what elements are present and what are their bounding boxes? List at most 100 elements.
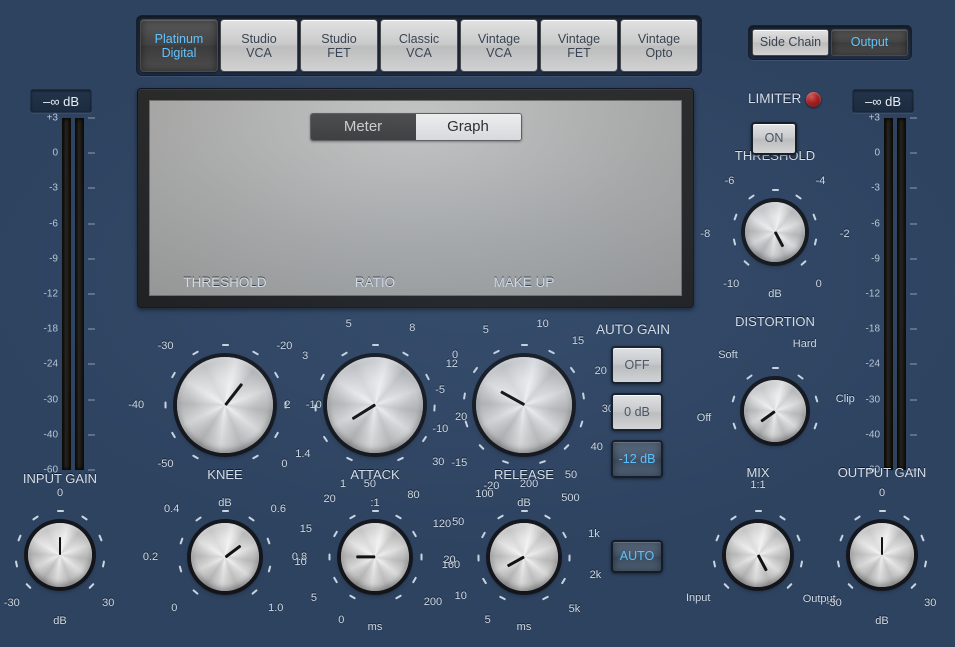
- knob-indicator: [880, 537, 884, 555]
- knob-indicator: [351, 403, 376, 421]
- model-tab-vintage-fet[interactable]: Vintage FET: [540, 19, 618, 72]
- knob-attack[interactable]: [341, 523, 409, 591]
- knob-limiter-threshold[interactable]: [745, 202, 805, 262]
- knob-tick: [98, 534, 103, 542]
- output-meter-scale-label: -6: [871, 218, 880, 230]
- knob-indicator: [756, 554, 768, 572]
- knob-tick: [501, 460, 510, 465]
- knob-tick: [164, 401, 166, 409]
- knob-scale-label: 2: [284, 399, 291, 411]
- knob-scale-label: 5: [310, 592, 318, 605]
- compressor-plugin-window: Platinum Digital Studio VCA Studio FET Classic…: [0, 0, 955, 633]
- compressor-model-tabs: Platinum Digital Studio VCA Studio FET Classic…: [136, 15, 702, 76]
- model-tab-classic-vca[interactable]: Classic VCA: [380, 19, 458, 72]
- knob-tick: [733, 213, 738, 221]
- knob-indicator: [223, 383, 243, 406]
- knob-tick: [191, 350, 199, 356]
- knob-tick: [332, 576, 338, 584]
- input-meter-scale-label: -3: [49, 182, 58, 194]
- knob-indicator: [773, 231, 785, 248]
- knob-scale-label: Off: [696, 412, 712, 425]
- model-tab-vintage-opto[interactable]: Vintage Opto: [620, 19, 698, 72]
- model-tab-platinum-digital[interactable]: Platinum Digital: [140, 19, 218, 72]
- knob-distortion[interactable]: [744, 380, 806, 442]
- model-tab-line1: Classic: [398, 31, 440, 46]
- knob-scale-label: 10: [294, 556, 307, 569]
- knob-tick: [17, 534, 22, 542]
- auto-gain-button-0db[interactable]: 0 dB: [611, 393, 663, 431]
- knob-scale-label: -40: [128, 399, 145, 411]
- knob-tick: [778, 515, 786, 522]
- limiter-led-icon: [806, 92, 821, 107]
- limiter-title: LIMITER: [748, 91, 802, 106]
- knob-scale-label: Soft: [718, 349, 738, 361]
- input-meter-ticks: [88, 117, 98, 471]
- knob-knee[interactable]: [191, 523, 259, 591]
- knob-mix[interactable]: [726, 523, 790, 587]
- knob-release[interactable]: [490, 523, 558, 591]
- knob-tick: [732, 238, 736, 246]
- output-meter-scale-label: -24: [865, 358, 880, 370]
- knob-scale-label: -6: [724, 175, 735, 188]
- knob-tick: [854, 515, 862, 522]
- knob-tick: [920, 534, 925, 542]
- model-tab-line1: Studio: [321, 31, 357, 46]
- model-tab-line2: VCA: [486, 45, 512, 60]
- knob-scale-label: 15: [299, 523, 313, 536]
- knob-scale-label: 1.0: [268, 601, 284, 614]
- knob-tick: [319, 373, 325, 381]
- knob-tick: [425, 373, 431, 381]
- auto-gain-button-12db[interactable]: -12 dB: [611, 440, 663, 478]
- knob-tick: [814, 238, 818, 246]
- knob-tick: [266, 537, 271, 545]
- knob-indicator: [58, 537, 62, 555]
- knob-tick: [730, 515, 738, 522]
- output-meter-bar: [884, 118, 893, 470]
- knob-tick: [771, 189, 779, 191]
- model-tab-studio-fet[interactable]: Studio FET: [300, 19, 378, 72]
- knob-scale-label: 30: [924, 597, 937, 610]
- knob-scale-label: 100: [475, 487, 494, 500]
- model-tab-line2: Digital: [161, 45, 197, 60]
- auto-gain-button-off[interactable]: OFF: [611, 346, 663, 384]
- knob-scale-label: -4: [815, 175, 826, 188]
- knob-tick: [754, 510, 762, 512]
- release-auto-button[interactable]: AUTO: [611, 540, 663, 573]
- knob-tick: [812, 213, 817, 221]
- knob-scale-label: 200: [519, 478, 539, 491]
- knob-indicator: [499, 390, 525, 407]
- knob-tick: [420, 553, 422, 561]
- knob-output-gain[interactable]: [850, 523, 914, 587]
- model-tab-studio-vca[interactable]: Studio VCA: [220, 19, 298, 72]
- model-tab-line2: Opto: [645, 45, 673, 60]
- input-meter-scale-label: 0: [52, 147, 58, 159]
- model-tab-line2: VCA: [406, 45, 432, 60]
- knob-tick: [923, 559, 927, 568]
- sc-tab-side-chain[interactable]: Side Chain: [752, 29, 829, 56]
- knob-ratio[interactable]: [327, 357, 423, 453]
- knob-scale-label: Hard: [792, 338, 817, 351]
- output-meter-ticks: [910, 117, 920, 471]
- knob-scale-label: 0.2: [142, 551, 159, 563]
- input-meter-scale-label: -24: [43, 358, 58, 370]
- knob-tick: [313, 404, 317, 412]
- knob-tick: [839, 534, 844, 542]
- knob-tick: [547, 349, 555, 355]
- knob-scale-label: -2: [839, 228, 850, 241]
- knob-indicator: [760, 409, 776, 423]
- model-tab-vintage-vca[interactable]: Vintage VCA: [460, 19, 538, 72]
- knob-input-gain[interactable]: [28, 523, 92, 587]
- limiter-on-button[interactable]: ON: [751, 122, 797, 155]
- knob-tick: [731, 395, 736, 403]
- knob-tick: [771, 367, 779, 369]
- knob-make-up[interactable]: [476, 357, 572, 453]
- knob-tick: [274, 431, 280, 439]
- knob-title-input-gain: INPUT GAIN: [22, 471, 98, 486]
- knob-scale-label: 5: [482, 324, 489, 337]
- knob-tick: [713, 559, 717, 568]
- knob-tick: [191, 454, 199, 460]
- knob-threshold[interactable]: [177, 357, 273, 453]
- knob-title-output-gain: OUTPUT GAIN: [837, 465, 927, 480]
- knob-tick: [346, 456, 354, 462]
- sc-tab-output[interactable]: Output: [831, 29, 908, 56]
